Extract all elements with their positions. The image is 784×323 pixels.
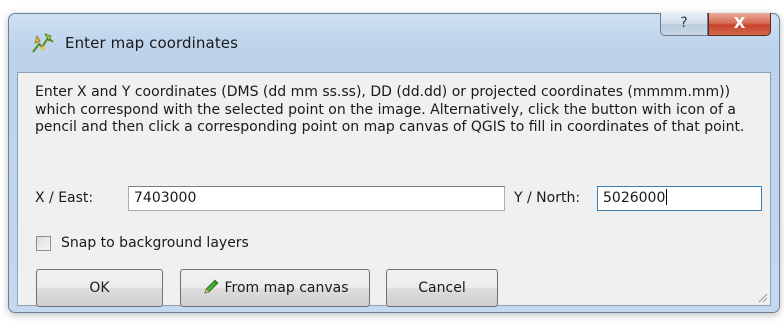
ok-button-label: OK <box>89 280 110 296</box>
y-north-input[interactable]: 5026000 <box>597 186 762 211</box>
instructions-text: Enter X and Y coordinates (DMS (dd mm ss… <box>35 84 745 135</box>
y-north-value: 5026000 <box>603 190 666 206</box>
y-north-label: Y / North: <box>514 190 581 206</box>
pencil-icon <box>203 279 218 294</box>
from-map-canvas-button[interactable]: From map canvas <box>180 269 370 307</box>
text-caret <box>666 189 668 205</box>
close-button[interactable]: X <box>708 13 771 36</box>
ok-button[interactable]: OK <box>36 269 163 307</box>
x-east-input[interactable]: 7403000 <box>128 186 505 211</box>
snap-checkbox[interactable] <box>36 236 51 251</box>
cancel-button[interactable]: Cancel <box>386 269 498 307</box>
resize-grip-icon[interactable] <box>756 291 768 303</box>
dialog-body: Enter X and Y coordinates (DMS (dd mm ss… <box>17 72 771 307</box>
from-map-canvas-label: From map canvas <box>224 280 349 296</box>
window-title: Enter map coordinates <box>65 34 239 52</box>
dialog-window: Enter map coordinates ? X Enter X and Y … <box>8 13 780 313</box>
georeferencer-icon <box>32 33 54 53</box>
title-bar[interactable]: Enter map coordinates ? X <box>9 13 779 72</box>
help-button[interactable]: ? <box>660 13 708 36</box>
x-east-label: X / East: <box>35 190 94 206</box>
snap-label[interactable]: Snap to background layers <box>61 235 249 251</box>
x-east-value: 7403000 <box>134 190 197 206</box>
cancel-button-label: Cancel <box>418 280 466 296</box>
